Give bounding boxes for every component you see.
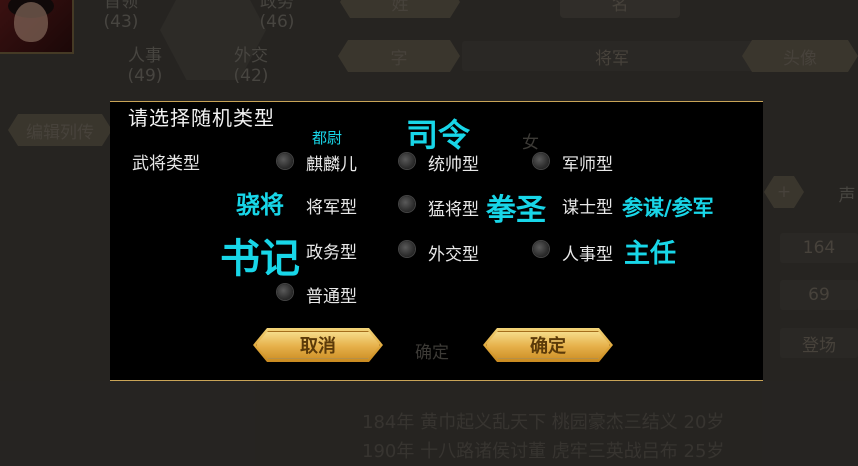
general-type-label: 武将类型 bbox=[132, 154, 200, 174]
random-type-dialog: 请选择随机类型 女 武将类型 麒麟儿 统帅型 军师型 将军型 猛将型 谋士型 政… bbox=[110, 101, 763, 381]
cancel-button[interactable]: 取消 bbox=[253, 328, 383, 362]
confirm-button[interactable]: 确定 bbox=[483, 328, 613, 362]
option-strategist[interactable]: 军师型 bbox=[562, 150, 613, 175]
annotation-canmou: 参谋/参军 bbox=[622, 196, 714, 220]
annotation-zhuren: 主任 bbox=[624, 239, 677, 269]
option-qilin[interactable]: 麒麟儿 bbox=[306, 150, 357, 175]
radio-qilin[interactable] bbox=[277, 153, 293, 169]
radio-fierce[interactable] bbox=[399, 196, 415, 212]
annotation-duwei: 都尉 bbox=[312, 129, 343, 147]
option-politics[interactable]: 政务型 bbox=[306, 238, 357, 263]
radio-diplomacy[interactable] bbox=[399, 241, 415, 257]
annotation-siling: 司令 bbox=[406, 116, 471, 154]
option-personnel[interactable]: 人事型 bbox=[562, 240, 613, 265]
option-advisor[interactable]: 谋士型 bbox=[562, 193, 613, 218]
option-diplomacy[interactable]: 外交型 bbox=[428, 240, 479, 265]
annotation-quansheng: 拳圣 bbox=[486, 193, 546, 228]
option-normal[interactable]: 普通型 bbox=[306, 282, 357, 307]
cancel-label: 取消 bbox=[300, 336, 336, 357]
option-general[interactable]: 将军型 bbox=[306, 193, 357, 218]
radio-strategist[interactable] bbox=[533, 153, 549, 169]
faded-confirm-text: 确定 bbox=[415, 343, 449, 363]
option-fierce[interactable]: 猛将型 bbox=[428, 195, 479, 220]
radio-normal[interactable] bbox=[277, 284, 293, 300]
annotation-shuji: 书记 bbox=[220, 236, 300, 282]
confirm-label: 确定 bbox=[530, 336, 566, 357]
radio-personnel[interactable] bbox=[533, 241, 549, 257]
annotation-xiaojiang: 骁将 bbox=[236, 191, 284, 219]
faded-gender-text: 女 bbox=[522, 133, 539, 153]
dialog-title: 请选择随机类型 bbox=[128, 106, 275, 130]
